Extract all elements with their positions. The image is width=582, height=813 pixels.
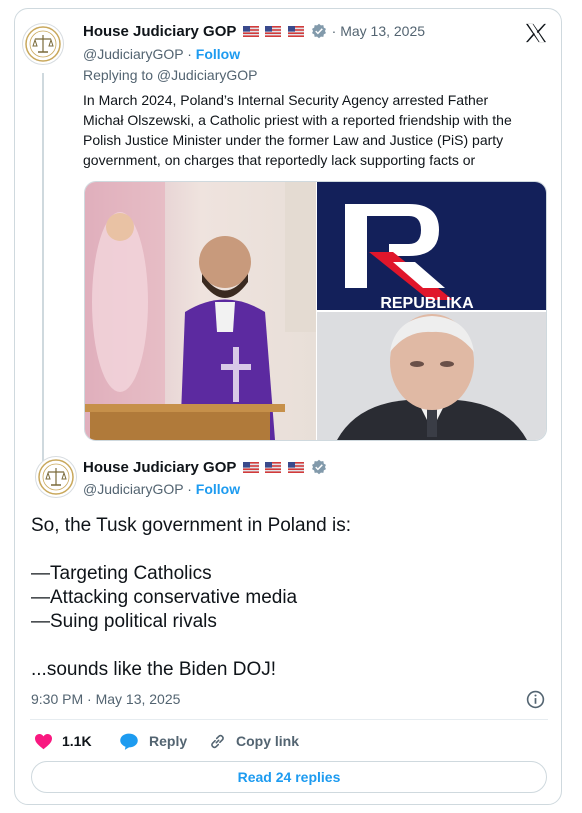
- republika-logo[interactable]: REPUBLIKA: [317, 182, 546, 310]
- replying-to-label: Replying to @JudiciaryGOP: [83, 67, 258, 83]
- follow-button[interactable]: Follow: [196, 481, 240, 497]
- quoted-tweet-text: In March 2024, Poland’s Internal Securit…: [83, 90, 553, 170]
- media-grid[interactable]: REPUBLIKA: [84, 181, 547, 441]
- info-icon[interactable]: [526, 690, 545, 709]
- like-count: 1.1K: [62, 733, 92, 749]
- copy-link-button[interactable]: Copy link: [208, 731, 299, 751]
- judiciary-seal-icon: [25, 26, 61, 62]
- read-replies-button[interactable]: Read 24 replies: [31, 761, 547, 793]
- us-flag-icon: [242, 462, 259, 473]
- follow-button[interactable]: Follow: [196, 46, 240, 62]
- thread-connector-line: [42, 73, 44, 461]
- politician-portrait[interactable]: [317, 312, 546, 440]
- us-flag-icon: [265, 26, 282, 37]
- avatar[interactable]: [35, 456, 77, 498]
- logo-text: REPUBLIKA: [380, 295, 474, 310]
- verified-badge-icon: [312, 459, 327, 475]
- link-icon: [211, 734, 224, 748]
- author-name[interactable]: House Judiciary GOP: [83, 23, 236, 40]
- x-logo-icon[interactable]: [525, 23, 547, 43]
- text-line: Polish Justice Minister under the former…: [83, 132, 504, 148]
- quoted-handle-row: @JudiciaryGOP · Follow: [83, 46, 240, 62]
- like-button[interactable]: 1.1K: [34, 731, 92, 751]
- avatar[interactable]: [22, 23, 64, 65]
- author-handle[interactable]: @JudiciaryGOP: [83, 481, 183, 497]
- reply-label: Reply: [149, 733, 188, 749]
- copy-link-label: Copy link: [236, 733, 300, 749]
- main-tweet-text: So, the Tusk government in Poland is: —T…: [31, 515, 352, 680]
- quoted-author-row: House Judiciary GOP · May 13, 2025: [83, 23, 425, 41]
- author-handle[interactable]: @JudiciaryGOP: [83, 46, 183, 62]
- divider: [30, 719, 548, 720]
- separator-dot: ·: [187, 46, 192, 62]
- text-line: government, on charges that reportedly l…: [83, 152, 476, 168]
- separator-dot: ·: [187, 481, 192, 497]
- judiciary-seal-icon: [38, 459, 74, 495]
- us-flag-icon: [287, 462, 304, 473]
- text-line: In March 2024, Poland’s Internal Securit…: [83, 92, 489, 108]
- us-flag-icon: [242, 26, 259, 37]
- text-line: Michał Olszewski, a Catholic priest with…: [83, 112, 512, 128]
- us-flag-icon: [265, 462, 282, 473]
- tweet-timestamp[interactable]: 9:30 PM · May 13, 2025: [31, 691, 180, 707]
- main-author-row: House Judiciary GOP: [83, 459, 327, 477]
- reply-button[interactable]: Reply: [119, 731, 187, 751]
- tweet-date[interactable]: · May 13, 2025: [332, 23, 425, 39]
- priest-photo[interactable]: [85, 182, 316, 440]
- author-name[interactable]: House Judiciary GOP: [83, 459, 236, 476]
- us-flag-icon: [287, 26, 304, 37]
- tweet-embed-card: House Judiciary GOP · May 13, 2025 @Judi…: [14, 8, 562, 805]
- heart-icon: [35, 733, 52, 749]
- main-handle-row: @JudiciaryGOP · Follow: [83, 481, 240, 497]
- verified-badge-icon: [312, 23, 327, 39]
- reply-bubble-icon: [120, 733, 138, 750]
